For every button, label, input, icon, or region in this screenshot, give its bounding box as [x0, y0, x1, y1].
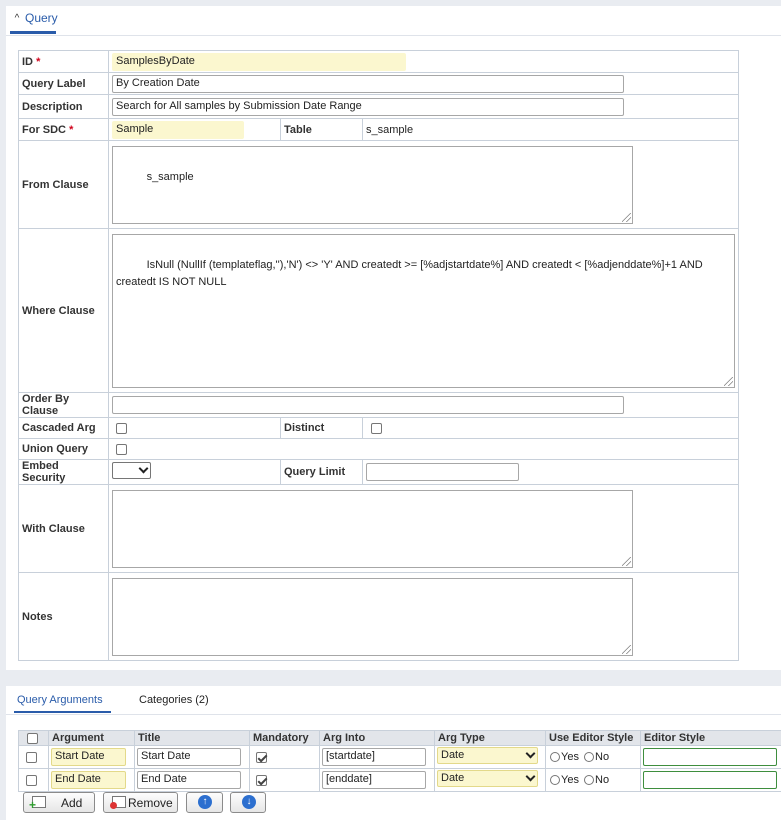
arg-type-select[interactable]: Date [437, 770, 538, 787]
active-tab-indicator [14, 711, 111, 713]
chevron-down-icon [138, 463, 149, 474]
description-label: Description [18, 94, 109, 119]
query-label-field[interactable]: By Creation Date [112, 74, 624, 93]
order-by-label: Order By Clause [18, 392, 109, 418]
use-editor-style-no-radio[interactable] [584, 752, 595, 763]
column-header[interactable]: Mandatory [249, 730, 320, 746]
union-query-checkbox[interactable] [116, 443, 127, 455]
add-button-label: Add [61, 796, 83, 810]
mandatory-checkbox[interactable] [256, 774, 267, 786]
from-clause-text: s_sample [146, 170, 194, 183]
move-down-button[interactable]: ↓ [230, 792, 266, 813]
table-row: Start Date Start Date [startdate] Date Y… [18, 745, 781, 769]
cascaded-arg-checkbox[interactable] [116, 422, 127, 434]
notes-label: Notes [18, 572, 109, 661]
description-field[interactable]: Search for All samples by Submission Dat… [112, 97, 624, 116]
distinct-checkbox[interactable] [371, 422, 382, 434]
arrow-up-icon: ↑ [198, 795, 212, 809]
chevron-down-icon [525, 771, 536, 782]
resize-grip-icon[interactable] [724, 376, 733, 386]
query-section-title[interactable]: Query [25, 11, 58, 25]
resize-grip-icon[interactable] [622, 556, 631, 566]
column-header[interactable]: Editor Style [640, 730, 781, 746]
query-limit-field[interactable] [366, 463, 519, 481]
chevron-down-icon [525, 748, 536, 759]
embed-security-select[interactable] [112, 462, 151, 479]
query-limit-label: Query Limit [280, 459, 363, 485]
notes-textarea[interactable] [112, 577, 633, 656]
radio-label-no: No [595, 774, 610, 786]
resize-grip-icon[interactable] [622, 644, 631, 654]
required-mark: * [69, 123, 74, 136]
add-button[interactable]: Add [23, 792, 95, 813]
for-sdc-label: For SDC * [18, 118, 109, 141]
mandatory-checkbox[interactable] [256, 751, 267, 763]
argument-field[interactable]: Start Date [51, 748, 126, 766]
radio-label-no: No [595, 751, 610, 763]
select-all-checkbox[interactable] [27, 732, 38, 744]
embed-security-label: Embed Security [18, 459, 109, 485]
query-section-header[interactable]: ^ Query [6, 6, 781, 36]
arg-type-value: Date [441, 772, 465, 784]
column-header[interactable]: Argument [48, 730, 135, 746]
select-all-header [18, 730, 49, 746]
argument-field[interactable]: End Date [51, 771, 126, 789]
column-header[interactable]: Arg Type [434, 730, 546, 746]
from-clause-label: From Clause [18, 140, 109, 229]
row-select-checkbox[interactable] [26, 751, 37, 763]
row-select-checkbox[interactable] [26, 774, 37, 786]
remove-button-label: Remove [128, 796, 173, 810]
radio-label-yes: Yes [561, 774, 579, 786]
arg-into-field[interactable]: [startdate] [322, 748, 426, 766]
resize-grip-icon[interactable] [622, 212, 631, 222]
union-query-label: Union Query [18, 438, 109, 460]
remove-row-icon [110, 796, 126, 809]
section-underline [10, 31, 56, 34]
query-panel: ^ Query ID * SamplesByDate Query Label B… [6, 6, 781, 670]
column-header[interactable]: Use Editor Style [545, 730, 641, 746]
for-sdc-field[interactable]: Sample [112, 120, 244, 139]
table-value: s_sample [361, 118, 740, 141]
table-row: End Date End Date [enddate] Date Yes No [18, 768, 781, 792]
table-label: Table [280, 118, 363, 141]
arg-type-select[interactable]: Date [437, 747, 538, 764]
chevron-up-icon[interactable]: ^ [10, 12, 24, 26]
column-header[interactable]: Title [134, 730, 250, 746]
arrow-down-icon: ↓ [242, 795, 256, 809]
where-clause-label: Where Clause [18, 228, 109, 393]
title-field[interactable]: End Date [137, 771, 241, 789]
where-clause-textarea[interactable]: IsNull (NullIf (templateflag,''),'N') <>… [112, 233, 735, 388]
editor-style-field[interactable] [643, 748, 777, 766]
query-form: ID * SamplesByDate Query Label By Creati… [18, 50, 740, 661]
query-label-label: Query Label [18, 72, 109, 95]
where-clause-text: IsNull (NullIf (templateflag,''),'N') <>… [116, 258, 706, 288]
move-up-button[interactable]: ↑ [186, 792, 223, 813]
with-clause-label: With Clause [18, 484, 109, 573]
add-row-icon [29, 796, 46, 810]
tab-divider [6, 714, 781, 715]
cascaded-arg-label: Cascaded Arg [18, 417, 109, 439]
distinct-label: Distinct [280, 417, 363, 439]
title-field[interactable]: Start Date [137, 748, 241, 766]
tab-query-arguments[interactable]: Query Arguments [17, 694, 103, 706]
required-mark: * [36, 55, 41, 68]
tab-categories[interactable]: Categories (2) [139, 694, 209, 706]
use-editor-style-yes-radio[interactable] [550, 752, 560, 763]
id-label: ID * [18, 50, 109, 73]
from-clause-textarea[interactable]: s_sample [112, 145, 633, 224]
editor-style-field[interactable] [643, 771, 777, 789]
radio-label-yes: Yes [561, 751, 579, 763]
use-editor-style-no-radio[interactable] [584, 775, 595, 786]
use-editor-style-yes-radio[interactable] [550, 775, 560, 786]
arguments-panel: Query Arguments Categories (2) Argument … [6, 686, 781, 820]
arg-type-value: Date [441, 749, 465, 761]
id-field[interactable]: SamplesByDate [112, 52, 406, 71]
order-by-field[interactable] [112, 396, 624, 414]
remove-button[interactable]: Remove [103, 792, 178, 813]
arg-into-field[interactable]: [enddate] [322, 771, 426, 789]
column-header[interactable]: Arg Into [319, 730, 435, 746]
arguments-grid: Argument Title Mandatory Arg Into Arg Ty… [18, 730, 781, 792]
with-clause-textarea[interactable] [112, 489, 633, 568]
